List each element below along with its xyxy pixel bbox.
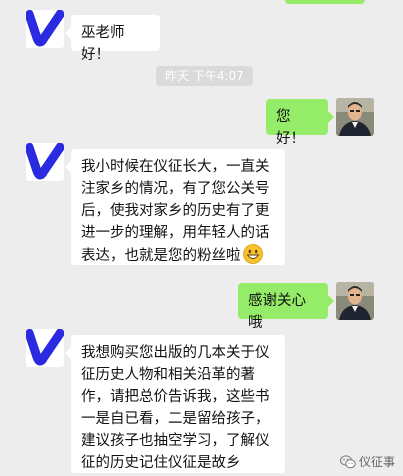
message-bubble-received[interactable]: 巫老师好！ — [65, 15, 160, 63]
sender-avatar[interactable] — [26, 143, 64, 181]
self-avatar[interactable] — [336, 282, 374, 320]
message-bubble-received[interactable]: 我想购买您出版的几本关于仪征历史人物和相关沿革的著作，请把总价告诉我，这些书一是… — [65, 335, 285, 473]
sender-avatar[interactable] — [26, 329, 64, 367]
sender-avatar[interactable] — [26, 10, 64, 48]
self-avatar[interactable] — [336, 98, 374, 136]
watermark-label: 仪征事 — [358, 455, 395, 469]
message-text: 我想购买您出版的几本关于仪征历史人物和相关沿革的著作，请把总价告诉我，这些书一是… — [81, 345, 270, 471]
timestamp-label: 昨天 下午4:07 — [156, 66, 253, 86]
previous-message-edge — [285, 0, 365, 4]
message-bubble-sent[interactable]: 您好！ — [266, 99, 334, 147]
message-text: 巫老师好！ — [81, 25, 125, 63]
message-text: 感谢关心哦 — [248, 293, 306, 331]
watermark: 仪征事 — [339, 453, 395, 470]
message-text: 我小时候在仪征长大，一直关注家乡的情况，有了您公关号后，使我对家乡的历史有了更进… — [81, 159, 270, 264]
message-bubble-received[interactable]: 我小时候在仪征长大，一直关注家乡的情况，有了您公关号后，使我对家乡的历史有了更进… — [65, 149, 285, 265]
grinning-face-icon — [242, 244, 263, 264]
message-text: 您好！ — [276, 109, 305, 147]
wechat-icon — [339, 454, 356, 469]
message-bubble-sent[interactable]: 感谢关心哦 — [238, 283, 334, 331]
